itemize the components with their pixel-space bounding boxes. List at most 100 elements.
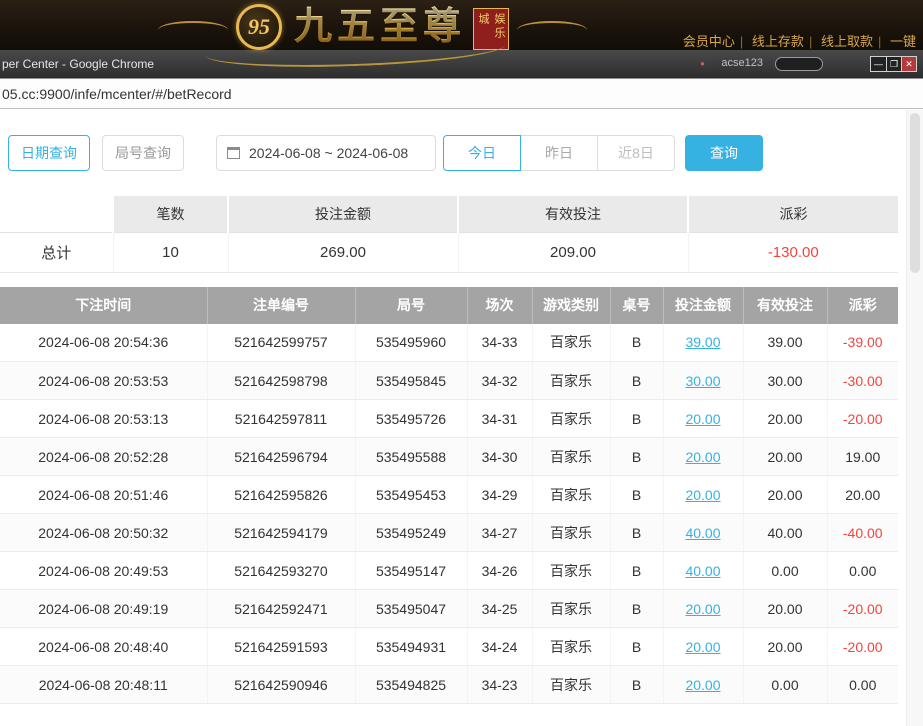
bet-amount-link[interactable]: 20.00: [685, 449, 720, 465]
bet-amount: 20.00: [663, 628, 743, 666]
logo-wing-left-icon: [158, 21, 228, 39]
bet-amount: 20.00: [663, 590, 743, 628]
nav-one-key[interactable]: 一键: [890, 34, 916, 49]
bet-amount-link[interactable]: 20.00: [685, 677, 720, 693]
bet-amount-link[interactable]: 20.00: [685, 487, 720, 503]
minimize-button[interactable]: —: [871, 57, 886, 71]
round-number: 535495845: [355, 362, 467, 400]
bet-time: 2024-06-08 20:54:36: [0, 324, 207, 362]
browser-titlebar: per Center - Google Chrome ● acse123 — ❐…: [0, 50, 923, 78]
bet-time: 2024-06-08 20:53:13: [0, 400, 207, 438]
round-number: 535495249: [355, 514, 467, 552]
payout: -20.00: [827, 628, 898, 666]
titlebar-pill-button[interactable]: [775, 57, 823, 71]
table-number: B: [610, 628, 663, 666]
session: 34-25: [467, 590, 532, 628]
bet-record-table: 下注时间 注单编号 局号 场次 游戏类别 桌号 投注金额 有效投注 派彩 202…: [0, 287, 898, 705]
payout: -20.00: [827, 400, 898, 438]
account-indicator-icon: ●: [700, 59, 705, 68]
bet-time: 2024-06-08 20:49:53: [0, 552, 207, 590]
col-session: 场次: [467, 287, 532, 324]
session: 34-27: [467, 514, 532, 552]
close-button[interactable]: ✕: [901, 57, 916, 71]
bet-amount-link[interactable]: 20.00: [685, 411, 720, 427]
payout: -40.00: [827, 514, 898, 552]
summary-valid-bet: 209.00: [458, 232, 688, 272]
bet-amount-link[interactable]: 20.00: [685, 601, 720, 617]
nav-member-center[interactable]: 会员中心: [683, 34, 735, 49]
round-query-tab[interactable]: 局号查询: [102, 135, 184, 171]
date-range-input[interactable]: 2024-06-08 ~ 2024-06-08: [216, 135, 436, 171]
bet-time: 2024-06-08 20:52:28: [0, 438, 207, 476]
bet-amount-link[interactable]: 20.00: [685, 639, 720, 655]
logo-wing-right-icon: [517, 21, 587, 39]
bet-time: 2024-06-08 20:51:46: [0, 476, 207, 514]
summary-total-row: 总计 10 269.00 209.00 -130.00: [0, 232, 898, 272]
summary-col-bet-amount: 投注金额: [228, 196, 458, 232]
game-type: 百家乐: [532, 666, 610, 704]
game-type: 百家乐: [532, 590, 610, 628]
browser-urlbar[interactable]: 05.cc:9900/infe/mcenter/#/betRecord: [0, 78, 923, 109]
bet-amount-link[interactable]: 30.00: [685, 373, 720, 389]
order-number: 521642594179: [207, 514, 355, 552]
filter-toolbar: 日期查询 局号查询 2024-06-08 ~ 2024-06-08 今日 昨日 …: [8, 135, 898, 171]
game-type: 百家乐: [532, 552, 610, 590]
game-type: 百家乐: [532, 362, 610, 400]
table-number: B: [610, 476, 663, 514]
order-number: 521642593270: [207, 552, 355, 590]
round-number: 535495147: [355, 552, 467, 590]
bet-time: 2024-06-08 20:50:32: [0, 514, 207, 552]
search-button[interactable]: 查询: [685, 135, 763, 171]
valid-bet: 20.00: [743, 438, 827, 476]
scrollbar-thumb[interactable]: [910, 113, 920, 273]
table-row: 2024-06-08 20:53:53521642598798535495845…: [0, 362, 898, 400]
valid-bet: 40.00: [743, 514, 827, 552]
quick-today-button[interactable]: 今日: [443, 135, 521, 171]
summary-col-count: 笔数: [113, 196, 228, 232]
order-number: 521642591593: [207, 628, 355, 666]
valid-bet: 0.00: [743, 552, 827, 590]
summary-payout: -130.00: [688, 232, 898, 272]
game-type: 百家乐: [532, 514, 610, 552]
round-number: 535495726: [355, 400, 467, 438]
bet-time: 2024-06-08 20:48:40: [0, 628, 207, 666]
logo-95-icon: 95: [236, 4, 282, 50]
session: 34-29: [467, 476, 532, 514]
session: 34-26: [467, 552, 532, 590]
quick-yesterday-button[interactable]: 昨日: [520, 135, 598, 171]
round-number: 535494931: [355, 628, 467, 666]
bet-amount-link[interactable]: 39.00: [685, 334, 720, 350]
bet-table-body: 2024-06-08 20:54:36521642599757535495960…: [0, 324, 898, 704]
payout: -39.00: [827, 324, 898, 362]
col-order-number: 注单编号: [207, 287, 355, 324]
maximize-button[interactable]: ❐: [886, 57, 901, 71]
table-row: 2024-06-08 20:54:36521642599757535495960…: [0, 324, 898, 362]
summary-count: 10: [113, 232, 228, 272]
table-row: 2024-06-08 20:49:53521642593270535495147…: [0, 552, 898, 590]
nav-online-withdraw[interactable]: 线上取款: [821, 34, 873, 49]
date-query-tab[interactable]: 日期查询: [8, 135, 90, 171]
order-number: 521642590946: [207, 666, 355, 704]
game-type: 百家乐: [532, 476, 610, 514]
vertical-scrollbar[interactable]: [906, 110, 923, 726]
bet-time: 2024-06-08 20:53:53: [0, 362, 207, 400]
summary-bet-amount: 269.00: [228, 232, 458, 272]
payout: 0.00: [827, 666, 898, 704]
col-round-number: 局号: [355, 287, 467, 324]
bet-amount-link[interactable]: 40.00: [685, 563, 720, 579]
valid-bet: 39.00: [743, 324, 827, 362]
quick-range-group: 今日 昨日 近8日: [444, 135, 675, 171]
game-type: 百家乐: [532, 400, 610, 438]
table-number: B: [610, 362, 663, 400]
quick-last8days-button[interactable]: 近8日: [597, 135, 675, 171]
session: 34-30: [467, 438, 532, 476]
nav-online-deposit[interactable]: 线上存款: [752, 34, 804, 49]
table-row: 2024-06-08 20:48:40521642591593535494931…: [0, 628, 898, 666]
order-number: 521642596794: [207, 438, 355, 476]
casino-header: 95 九五至尊 娱乐城 会员中心| 线上存款| 线上取款| 一键: [0, 0, 923, 50]
window-title: per Center - Google Chrome: [2, 57, 154, 71]
bet-amount-link[interactable]: 40.00: [685, 525, 720, 541]
valid-bet: 20.00: [743, 476, 827, 514]
round-number: 535495047: [355, 590, 467, 628]
bet-table-header-row: 下注时间 注单编号 局号 场次 游戏类别 桌号 投注金额 有效投注 派彩: [0, 287, 898, 324]
